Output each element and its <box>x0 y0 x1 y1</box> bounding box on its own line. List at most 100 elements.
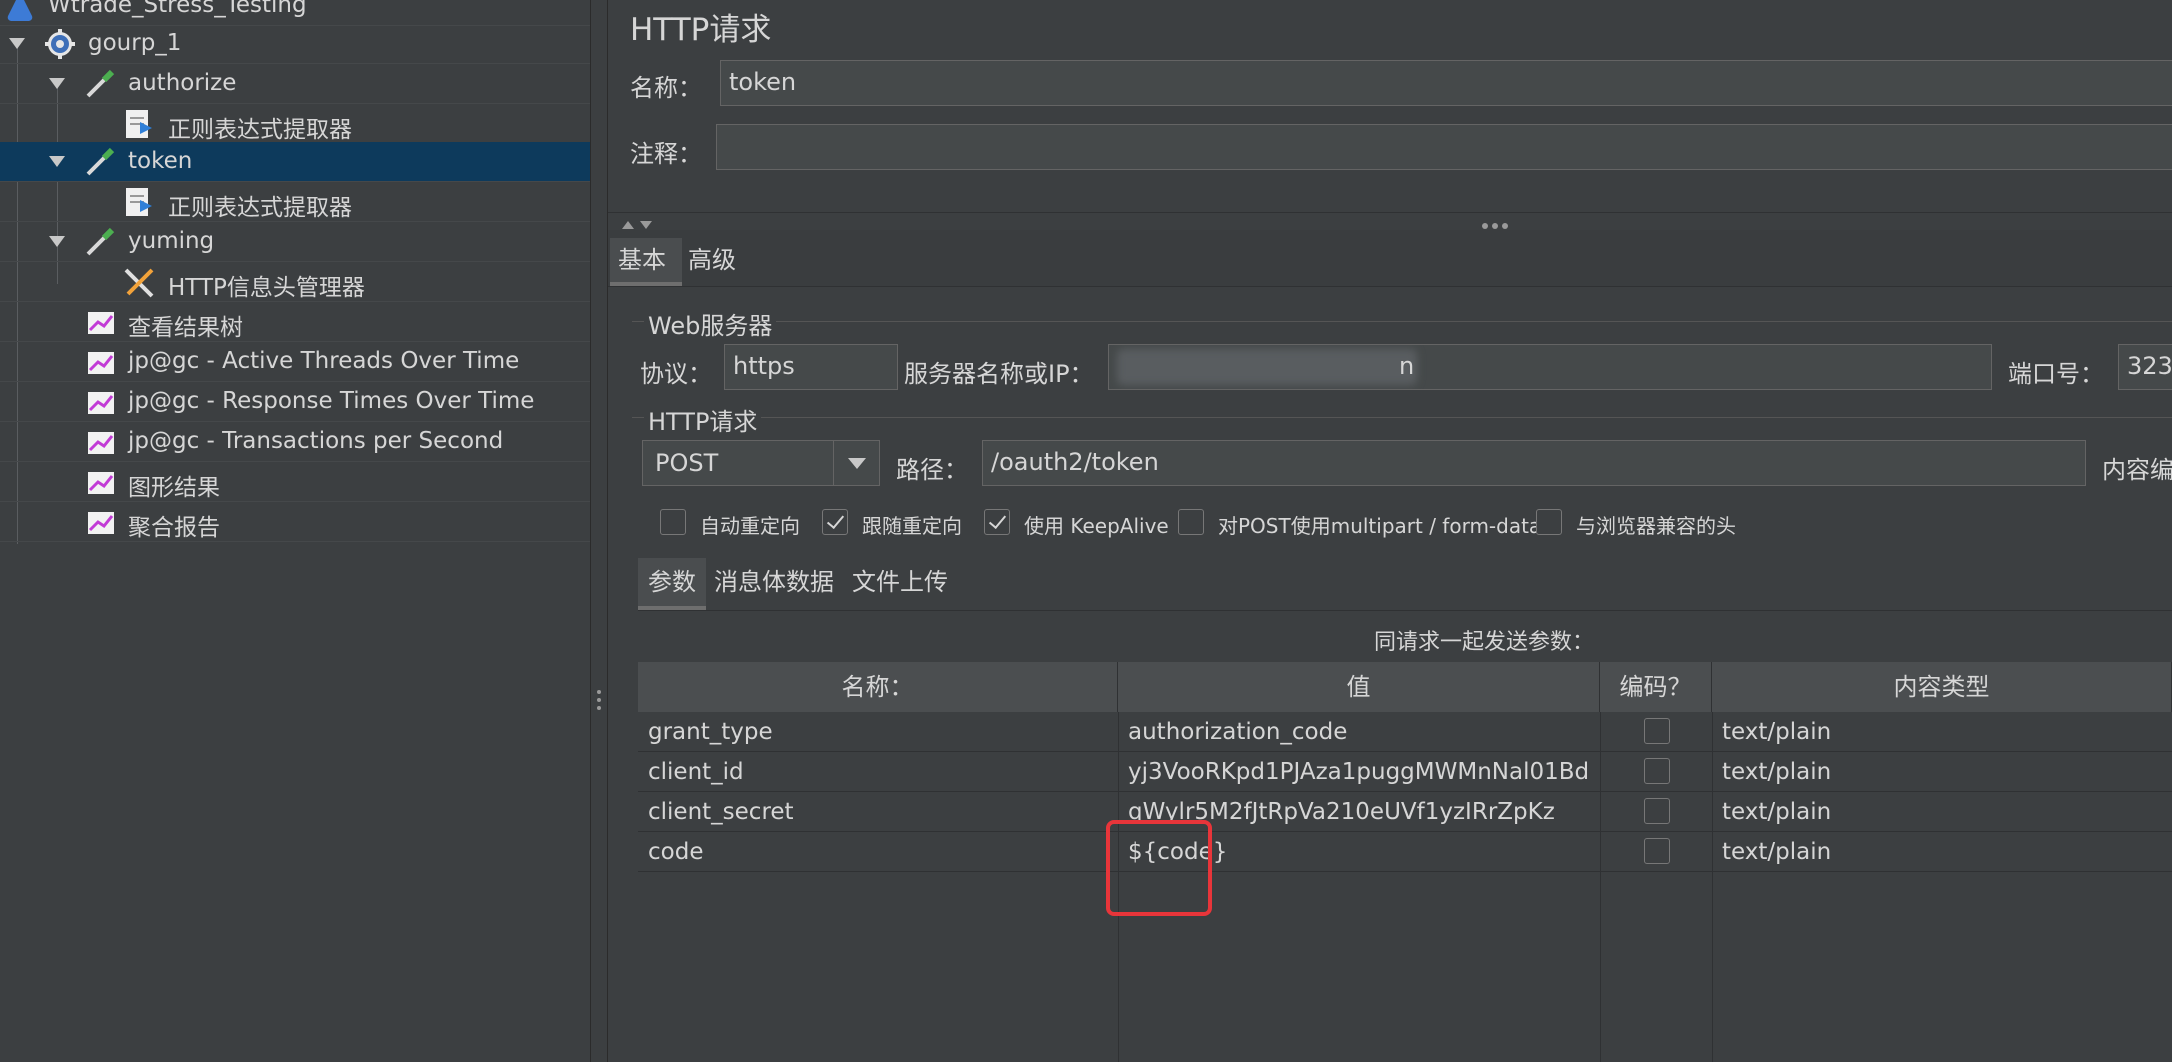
table-row[interactable]: client_secret qWylr5M2fJtRpVa210eUVf1yzI… <box>638 792 2172 832</box>
auto-redirect-checkbox[interactable] <box>660 509 686 535</box>
table-row[interactable]: client_id yj3VooRKpd1PJAza1puggMWMnNal01… <box>638 752 2172 792</box>
graph-icon <box>84 386 120 418</box>
method-value: POST <box>655 449 719 477</box>
web-server-section-title: Web服务器 <box>644 306 777 341</box>
column-header-name[interactable]: 名称： <box>638 662 1118 712</box>
tree-item-regex-extractor[interactable]: 正则表达式提取器 <box>0 104 590 144</box>
server-value: n <box>1399 352 1415 380</box>
name-label: 名称： <box>630 74 702 102</box>
http-request-panel: HTTP请求 名称： token 注释： 基本 高级 Web服务器 协议： ht… <box>608 0 2172 1062</box>
browser-headers-checkbox[interactable] <box>1536 509 1562 535</box>
param-value-cell[interactable]: yj3VooRKpd1PJAza1puggMWMnNal01Bd <box>1118 752 1600 792</box>
splitter-grip-icon[interactable] <box>597 690 602 714</box>
column-header-content-type[interactable]: 内容类型 <box>1712 662 2172 712</box>
gear-icon <box>42 28 78 60</box>
method-select[interactable]: POST <box>642 440 880 486</box>
tree-item-aggregate-report[interactable]: 聚合报告 <box>0 502 590 542</box>
tab-basic[interactable]: 基本 <box>610 238 682 286</box>
tab-file-upload[interactable]: 文件上传 <box>852 558 948 606</box>
server-field[interactable]: n <box>1108 344 1992 390</box>
pipette-icon <box>82 226 118 258</box>
tab-advanced[interactable]: 高级 <box>688 238 736 282</box>
server-label: 服务器名称或IP： <box>904 360 1094 388</box>
content-type-cell[interactable]: text/plain <box>1712 832 2172 872</box>
tree-item-token[interactable]: token <box>0 142 590 182</box>
encode-checkbox[interactable] <box>1644 758 1670 784</box>
config-tab-bar <box>608 230 2172 287</box>
highlight-annotation <box>1106 820 1212 916</box>
graph-icon <box>84 466 120 498</box>
path-field[interactable]: /oauth2/token <box>982 440 2086 486</box>
params-caption: 同请求一起发送参数： <box>1374 630 1595 655</box>
divider <box>638 610 2172 611</box>
tab-parameters[interactable]: 参数 <box>638 558 706 610</box>
expand-arrow-icon[interactable] <box>49 78 65 89</box>
param-name-cell[interactable]: grant_type <box>638 712 1118 752</box>
tools-icon <box>122 266 158 298</box>
tab-body-data[interactable]: 消息体数据 <box>714 558 834 606</box>
port-field[interactable]: 3231 <box>2118 344 2172 390</box>
table-row[interactable]: grant_type authorization_code text/plain <box>638 712 2172 752</box>
chevron-down-icon <box>848 458 866 469</box>
keepalive-label: 使用 KeepAlive <box>1024 514 1169 538</box>
pipette-icon <box>82 68 118 100</box>
comment-label: 注释： <box>630 140 702 168</box>
tree-item-header-manager[interactable]: HTTP信息头管理器 <box>0 262 590 302</box>
graph-icon <box>84 506 120 538</box>
encode-checkbox[interactable] <box>1644 798 1670 824</box>
document-arrow-icon <box>122 108 158 140</box>
dropdown-button[interactable] <box>833 441 880 485</box>
param-name-cell[interactable]: code <box>638 832 1118 872</box>
content-type-cell[interactable]: text/plain <box>1712 792 2172 832</box>
multipart-label: 对POST使用multipart / form-data <box>1218 514 1542 538</box>
follow-redirect-checkbox[interactable] <box>822 509 848 535</box>
graph-icon <box>84 346 120 378</box>
tree-item-thread-group[interactable]: gourp_1 <box>0 24 590 64</box>
browser-headers-label: 与浏览器兼容的头 <box>1576 514 1736 538</box>
panel-splitter[interactable] <box>590 0 608 1062</box>
divider <box>632 417 2172 418</box>
encode-checkbox[interactable] <box>1644 838 1670 864</box>
expand-arrow-icon[interactable] <box>9 38 25 49</box>
tree-item-test-plan[interactable]: Wtrade_Stress_Testing <box>0 0 590 26</box>
column-header-encode[interactable]: 编码？ <box>1600 662 1712 712</box>
path-label: 路径： <box>896 456 968 484</box>
document-arrow-icon <box>122 186 158 218</box>
auto-redirect-label: 自动重定向 <box>700 514 800 538</box>
expand-arrow-icon[interactable] <box>49 236 65 247</box>
comment-field[interactable] <box>716 124 2172 170</box>
keepalive-checkbox[interactable] <box>984 509 1010 535</box>
param-name-cell[interactable]: client_id <box>638 752 1118 792</box>
table-row[interactable]: code ${code} text/plain <box>638 832 2172 872</box>
pipette-icon <box>82 146 118 178</box>
tree-item-response-times[interactable]: jp@gc - Response Times Over Time <box>0 382 590 422</box>
expand-arrow-icon[interactable] <box>49 156 65 167</box>
follow-redirect-label: 跟随重定向 <box>862 514 962 538</box>
content-encoding-label: 内容编 <box>2102 456 2172 484</box>
tree-item-transactions-per-second[interactable]: jp@gc - Transactions per Second <box>0 422 590 462</box>
test-plan-flask-icon <box>6 0 42 22</box>
tree-item-yuming[interactable]: yuming <box>0 222 590 262</box>
graph-icon <box>84 306 120 338</box>
params-table: 名称： 值 编码？ 内容类型 grant_type authorization_… <box>638 662 2172 1062</box>
tree-item-regex-extractor[interactable]: 正则表达式提取器 <box>0 182 590 222</box>
content-type-cell[interactable]: text/plain <box>1712 712 2172 752</box>
tree-item-active-threads[interactable]: jp@gc - Active Threads Over Time <box>0 342 590 382</box>
multipart-checkbox[interactable] <box>1178 509 1204 535</box>
divider <box>608 212 2172 213</box>
param-value-cell[interactable]: authorization_code <box>1118 712 1600 752</box>
port-label: 端口号： <box>2008 360 2104 388</box>
name-field[interactable]: token <box>720 60 2172 106</box>
panel-title: HTTP请求 <box>630 12 772 48</box>
tree-item-view-results-tree[interactable]: 查看结果树 <box>0 302 590 342</box>
encode-checkbox[interactable] <box>1644 718 1670 744</box>
http-request-section-title: HTTP请求 <box>644 402 762 437</box>
content-type-cell[interactable]: text/plain <box>1712 752 2172 792</box>
tree-item-graph-results[interactable]: 图形结果 <box>0 462 590 502</box>
column-header-value[interactable]: 值 <box>1118 662 1600 712</box>
param-name-cell[interactable]: client_secret <box>638 792 1118 832</box>
protocol-field[interactable]: https <box>724 344 898 390</box>
tree-item-authorize[interactable]: authorize <box>0 64 590 104</box>
test-plan-tree: Wtrade_Stress_Testing gourp_1 authorize … <box>0 0 590 1062</box>
protocol-label: 协议： <box>640 360 712 388</box>
